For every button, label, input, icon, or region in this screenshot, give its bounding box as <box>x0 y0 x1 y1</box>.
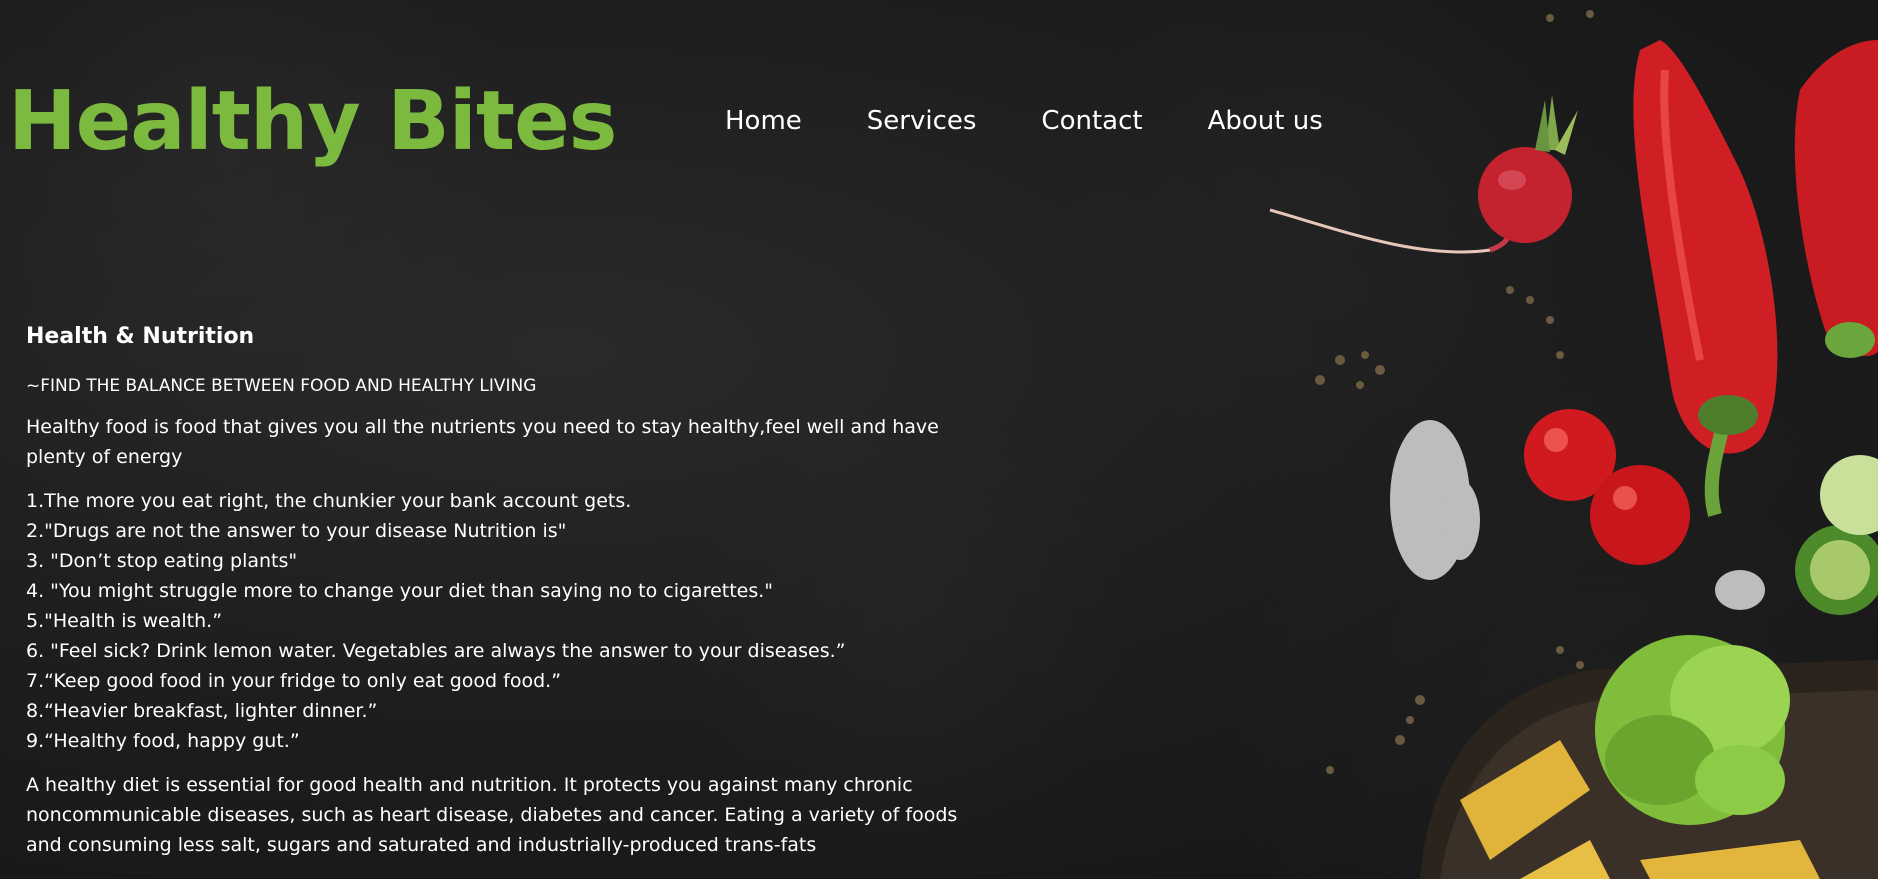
list-item: 9.“Healthy food, happy gut.” <box>26 730 300 752</box>
list-item: 3. "Don’t stop eating plants" <box>26 550 298 572</box>
red-pepper-image-2 <box>1794 40 1878 358</box>
main-content: Health & Nutrition ~FIND THE BALANCE BET… <box>26 322 976 860</box>
quotes-list: 1.The more you eat right, the chunkier y… <box>26 486 976 756</box>
list-item: 7.“Keep good food in your fridge to only… <box>26 670 562 692</box>
main-nav: Home Services Contact About us <box>725 104 1323 138</box>
list-item: 6. "Feel sick? Drink lemon water. Vegeta… <box>26 640 846 662</box>
tagline: ~FIND THE BALANCE BETWEEN FOOD AND HEALT… <box>26 376 537 396</box>
list-item: 8.“Heavier breakfast, lighter dinner.” <box>26 700 378 722</box>
section-heading: Health & Nutrition <box>26 324 255 349</box>
nav-contact[interactable]: Contact <box>1041 104 1142 138</box>
red-pepper-image <box>1633 40 1778 517</box>
outro-paragraph: A healthy diet is essential for good hea… <box>26 774 958 856</box>
nav-home[interactable]: Home <box>725 104 802 138</box>
cherry-tomatoes-image <box>1524 409 1690 565</box>
list-item: 2."Drugs are not the answer to your dise… <box>26 520 567 542</box>
brand-title: Healthy Bites <box>8 74 617 169</box>
list-item: 1.The more you eat right, the chunkier y… <box>26 490 632 512</box>
lettuce-image <box>1595 635 1790 825</box>
nav-about-us[interactable]: About us <box>1208 104 1323 138</box>
list-item: 4. "You might struggle more to change yo… <box>26 580 774 602</box>
zucchini-image <box>1795 455 1878 615</box>
list-item: 5."Health is wealth.” <box>26 610 223 632</box>
vegetables-background-image <box>1269 10 1878 879</box>
nav-services[interactable]: Services <box>867 104 977 138</box>
page: Healthy Bites Home Services Contact Abou… <box>0 0 1878 879</box>
intro-paragraph: Healthy food is food that gives you all … <box>26 416 939 468</box>
